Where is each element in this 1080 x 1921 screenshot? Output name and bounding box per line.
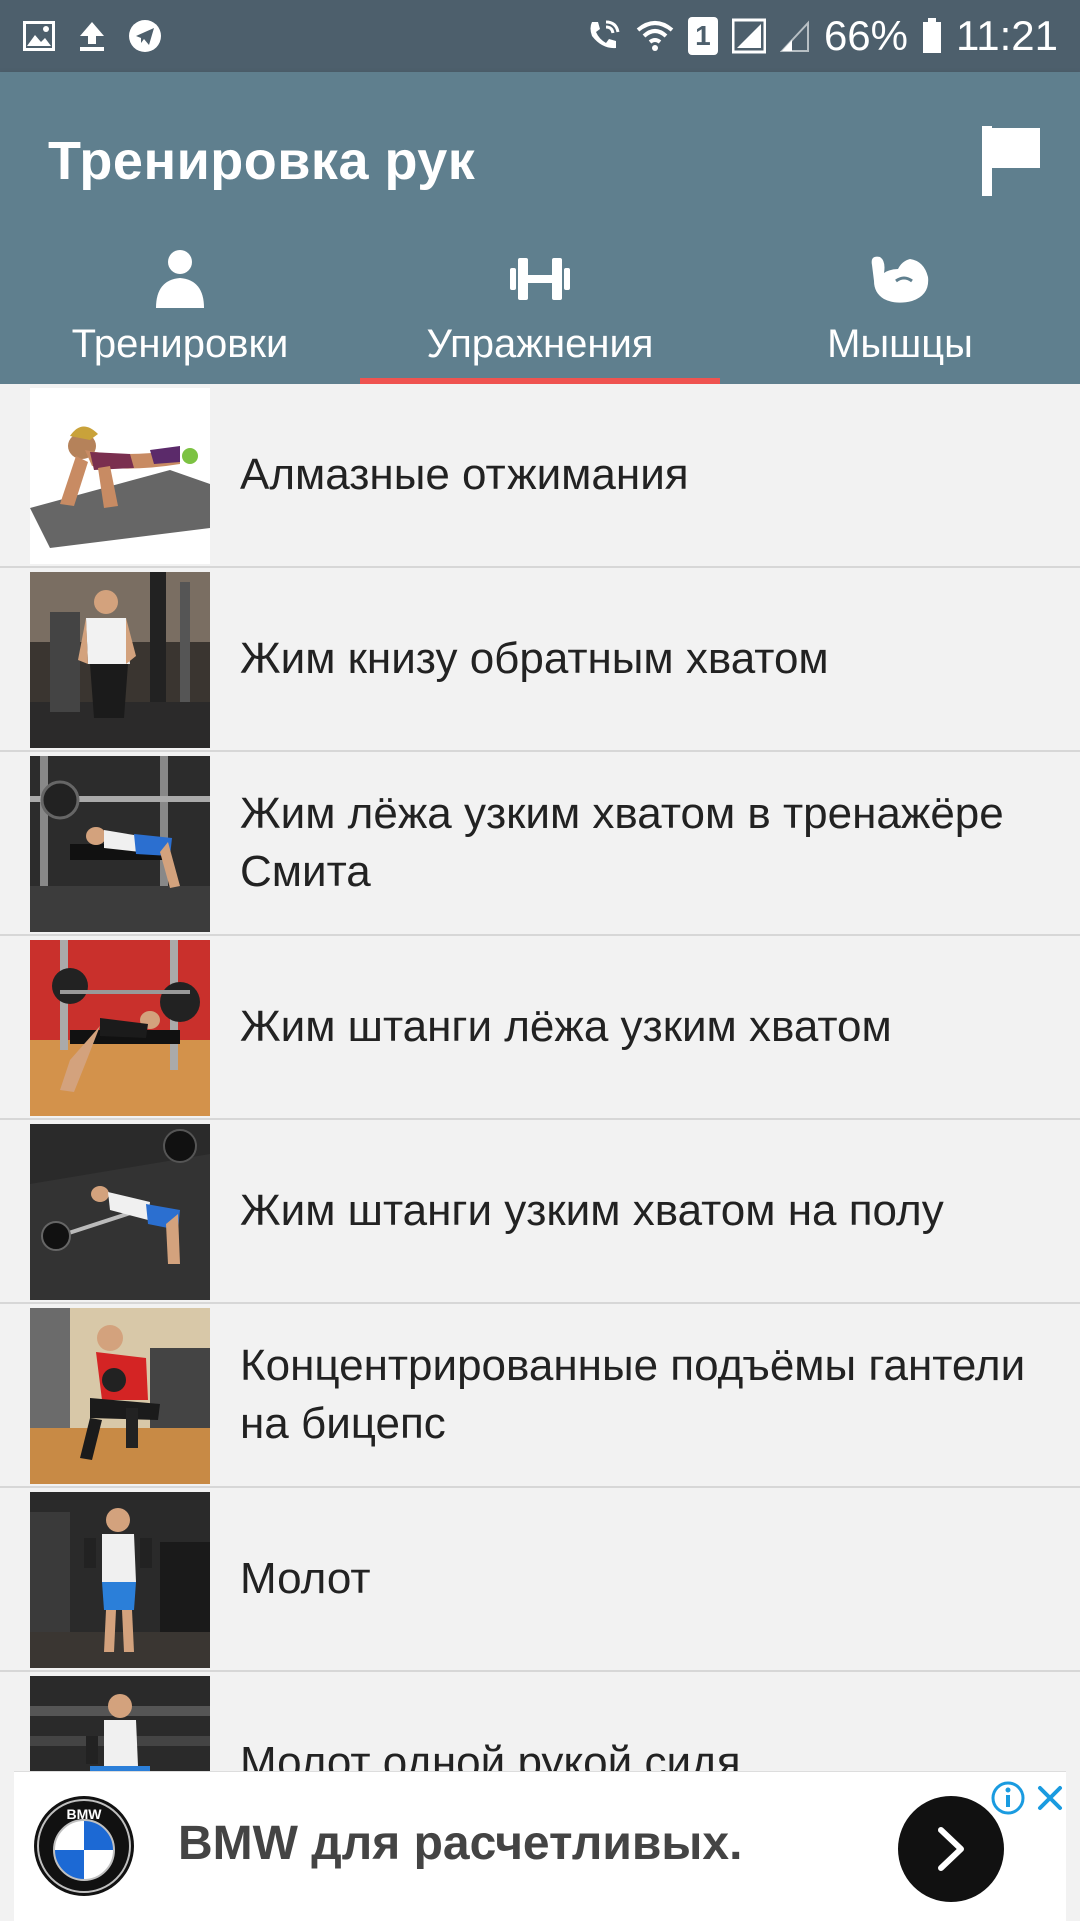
ad-text: BMW для расчетливых. <box>178 1817 743 1870</box>
tab-workouts[interactable]: Тренировки <box>0 248 360 384</box>
signal-icon <box>731 18 766 54</box>
tab-muscles[interactable]: Мышцы <box>720 248 1080 384</box>
wifi-icon <box>636 21 674 51</box>
tab-label: Упражнения <box>426 322 654 366</box>
exercise-name: Молот одной рукой сидя <box>240 1738 741 1771</box>
flag-button[interactable] <box>976 120 1046 200</box>
upload-icon <box>80 22 104 51</box>
list-item[interactable]: Концентрированные подъёмы гантели на биц… <box>0 1304 1080 1488</box>
image-icon <box>23 21 55 51</box>
exercise-name: Алмазные отжимания <box>240 450 689 499</box>
ad-banner[interactable]: BMW BMW для расчетливых. <box>14 1771 1066 1921</box>
tab-exercises[interactable]: Упражнения <box>360 248 720 384</box>
app-bar: Тренировка рук Тренировки Упражнения Мыш… <box>0 72 1080 384</box>
tab-label: Мышцы <box>827 322 973 366</box>
bicep-icon <box>868 248 932 310</box>
dumbbell-icon <box>508 248 572 310</box>
ad-close-icon[interactable] <box>1032 1780 1068 1816</box>
exercise-name: Жим штанги лёжа узким хватом <box>240 1002 892 1051</box>
tab-bar: Тренировки Упражнения Мышцы <box>0 248 1080 384</box>
list-item[interactable]: Жим лёжа узким хватом в тренажёре Смита <box>0 752 1080 936</box>
bmw-logo: BMW <box>32 1794 136 1898</box>
exercise-thumbnail <box>30 1492 210 1668</box>
exercise-thumbnail <box>30 572 210 748</box>
exercise-thumbnail <box>30 1676 210 1771</box>
chevron-right-icon <box>938 1827 964 1871</box>
list-item[interactable]: Алмазные отжимания <box>0 384 1080 568</box>
exercise-thumbnail <box>30 940 210 1116</box>
exercise-thumbnail <box>30 1124 210 1300</box>
wifi-call-icon <box>590 20 620 49</box>
list-item[interactable]: Жим книзу обратным хватом <box>0 568 1080 752</box>
battery-percent: 66% <box>823 12 908 59</box>
clock: 11:21 <box>956 12 1058 59</box>
battery-icon <box>923 18 941 53</box>
person-icon <box>152 248 208 310</box>
list-item[interactable]: Молот <box>0 1488 1080 1672</box>
status-bar: 1 66% 11:21 <box>0 0 1080 72</box>
list-item[interactable]: Молот одной рукой сидя <box>0 1672 1080 1771</box>
exercise-thumbnail <box>30 1308 210 1484</box>
page-title: Тренировка рук <box>48 131 476 191</box>
signal-weak-icon <box>779 20 809 52</box>
exercise-name: Молот <box>240 1554 371 1603</box>
exercise-name: Жим штанги узким хватом на полу <box>240 1186 944 1235</box>
list-item[interactable]: Жим штанги узким хватом на полу <box>0 1120 1080 1304</box>
exercise-thumbnail <box>30 756 210 932</box>
sim-icon: 1 <box>687 17 718 55</box>
exercise-name: Концентрированные подъёмы гантели на биц… <box>240 1341 1026 1448</box>
telegram-icon <box>129 20 161 52</box>
ad-open-button[interactable] <box>898 1796 1004 1902</box>
exercise-name: Жим лёжа узким хватом в тренажёре Смита <box>240 789 1004 896</box>
exercise-name: Жим книзу обратным хватом <box>240 634 829 683</box>
exercise-list[interactable]: Алмазные отжимания Жим книзу обратным хв… <box>0 384 1080 1771</box>
flag-icon <box>982 126 1040 196</box>
exercise-thumbnail <box>30 388 210 564</box>
list-item[interactable]: Жим штанги лёжа узким хватом <box>0 936 1080 1120</box>
ad-info-icon[interactable] <box>990 1780 1026 1816</box>
tab-label: Тренировки <box>71 322 289 366</box>
